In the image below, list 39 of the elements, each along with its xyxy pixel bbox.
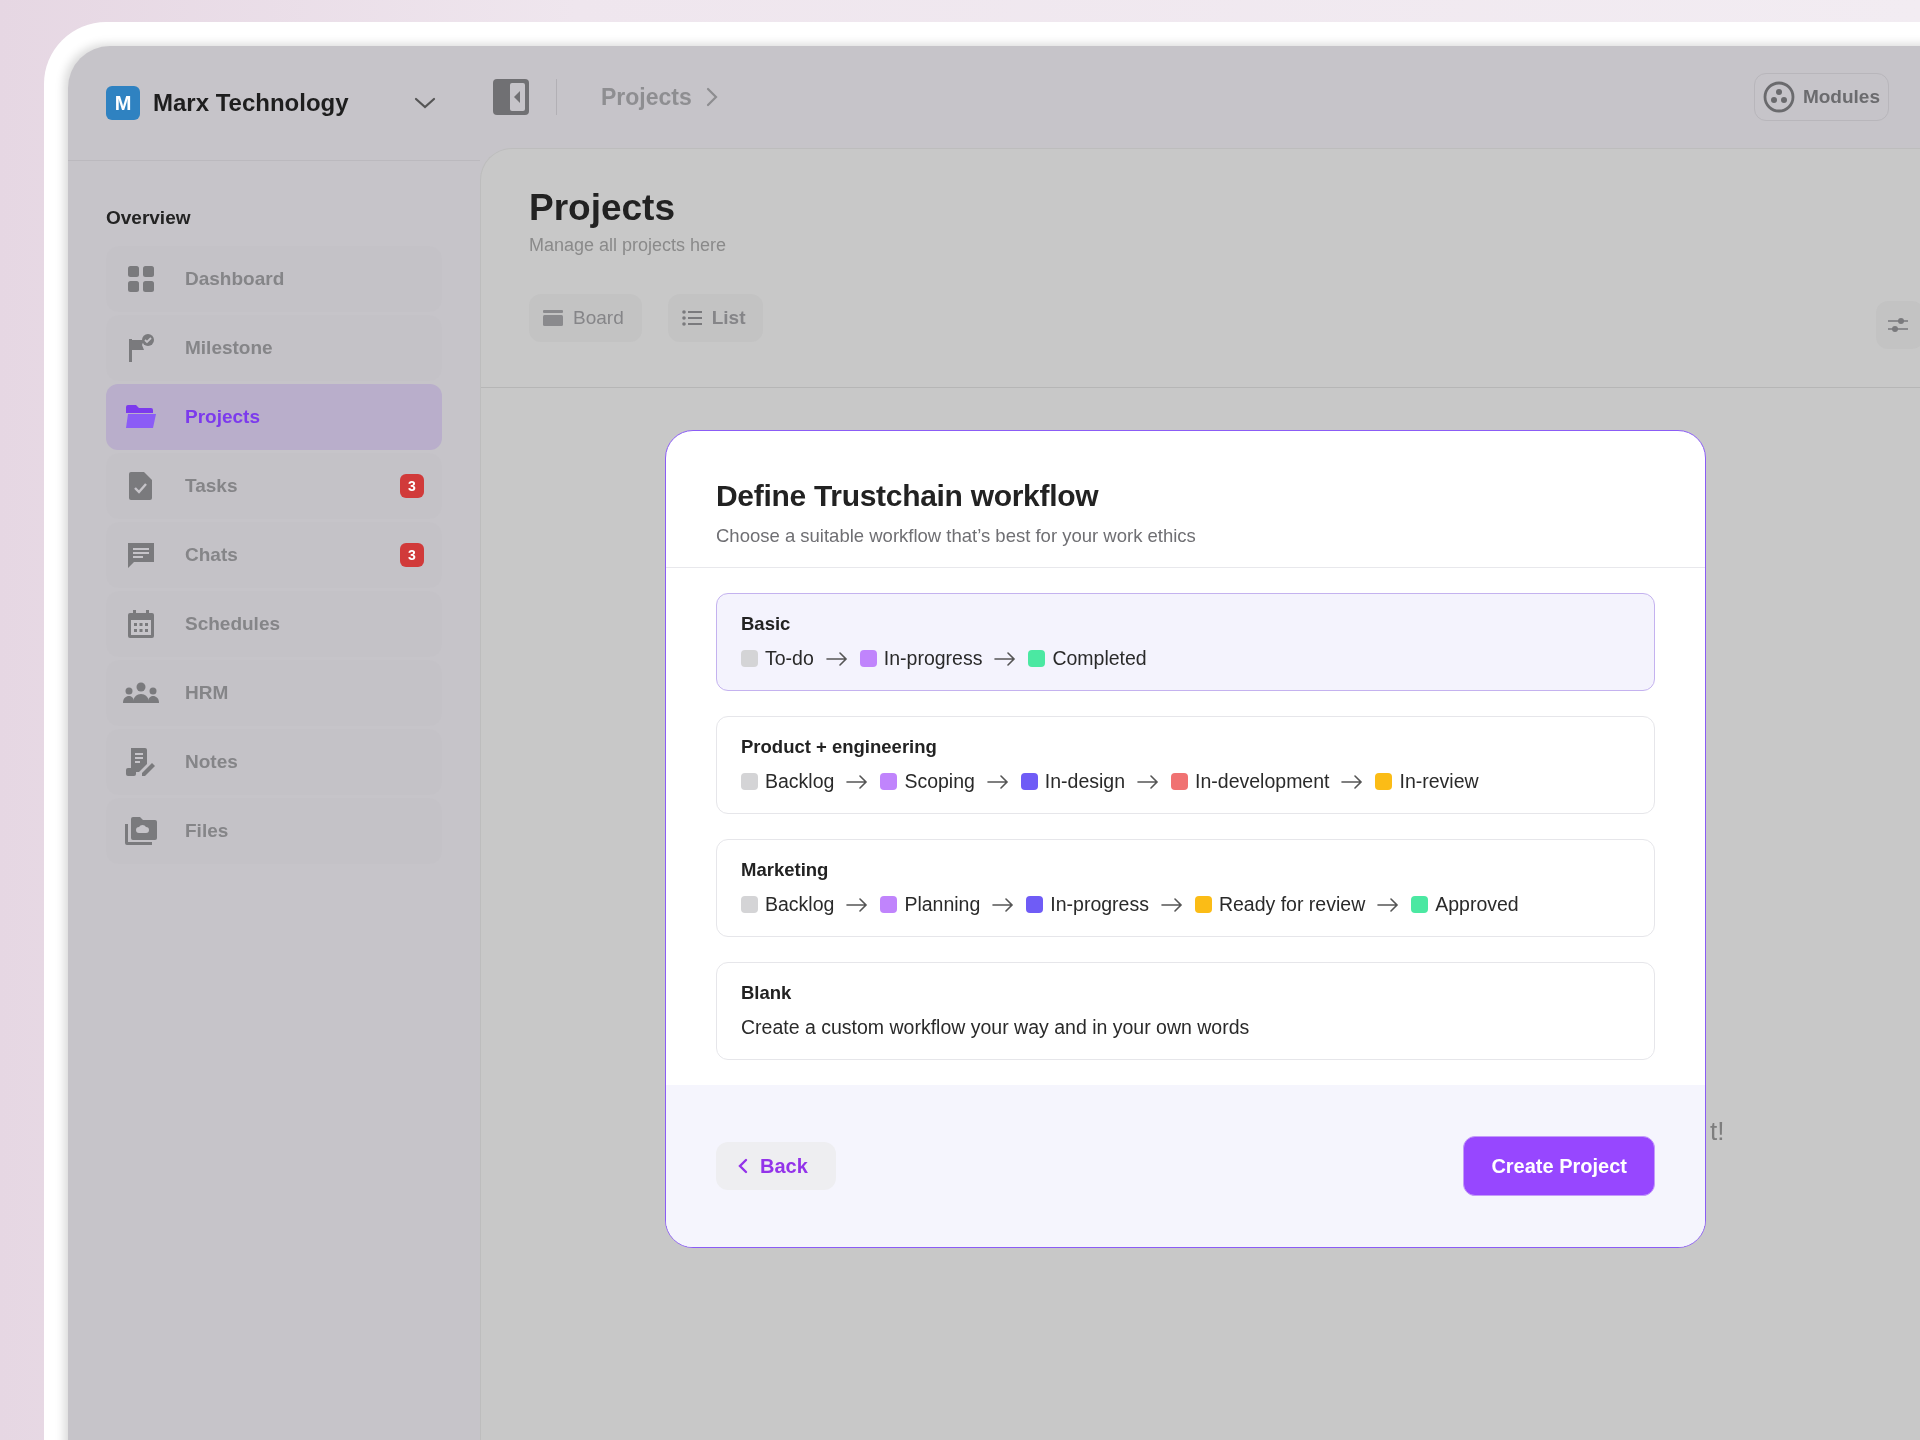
status-label: Backlog — [765, 893, 835, 916]
status-label: In-review — [1399, 770, 1479, 793]
breadcrumb-link[interactable]: Projects — [601, 83, 692, 111]
create-project-button[interactable]: Create Project — [1463, 1136, 1655, 1196]
workflow-name: Marketing — [741, 859, 830, 881]
status-label: Completed — [1052, 647, 1147, 670]
workflow-option[interactable]: Marketing Backlog Planning In-progress Ready for review Approved — [716, 839, 1655, 937]
status-label: Ready for review — [1218, 893, 1366, 916]
workflow-name: Blank — [741, 982, 793, 1004]
status-label: Approved — [1435, 893, 1519, 916]
section-heading: Overview — [106, 207, 192, 229]
status-label: In-progress — [1050, 893, 1149, 916]
modules-button[interactable]: Modules — [1753, 73, 1889, 121]
page-title: Projects — [529, 187, 676, 229]
sidebar-item[interactable]: Projects — [106, 384, 442, 450]
dialog-subtitle: Choose a suitable workflow that’s best for your work ethics — [716, 525, 1197, 547]
status-label: To-do — [765, 647, 814, 670]
dialog-title: Define Trustchain workflow — [716, 479, 1100, 513]
workflow-name: Basic — [741, 613, 792, 635]
status-label: In-progress — [883, 647, 983, 670]
workspace-name: Marx Technology — [153, 89, 350, 117]
status-label: Planning — [904, 893, 981, 916]
view-button[interactable]: List — [667, 294, 764, 342]
status-label: Scoping — [904, 770, 975, 793]
background-text: t! — [1710, 1116, 1725, 1147]
workflow-option[interactable]: Product + engineering Backlog Scoping In-design In-development In-review — [716, 716, 1655, 814]
status-label: Backlog — [765, 770, 835, 793]
page-subtitle: Manage all projects here — [529, 235, 728, 256]
back-button[interactable]: Back — [716, 1142, 836, 1190]
status-label: In-development — [1195, 770, 1330, 793]
status-label: In-design — [1044, 770, 1126, 793]
workflow-name: Product + engineering — [741, 736, 938, 758]
workflow-option[interactable]: Blank Create a custom workflow your way and in your own words — [716, 962, 1655, 1060]
workflow-description: Create a custom workflow your way and in your own words — [741, 1016, 1251, 1039]
workspace-logo: M — [106, 86, 140, 120]
count-badge: 3 — [400, 543, 424, 567]
workflow-option[interactable]: Basic To-do In-progress Completed — [716, 593, 1655, 691]
count-badge: 3 — [400, 474, 424, 498]
view-button[interactable]: Board — [529, 294, 642, 342]
